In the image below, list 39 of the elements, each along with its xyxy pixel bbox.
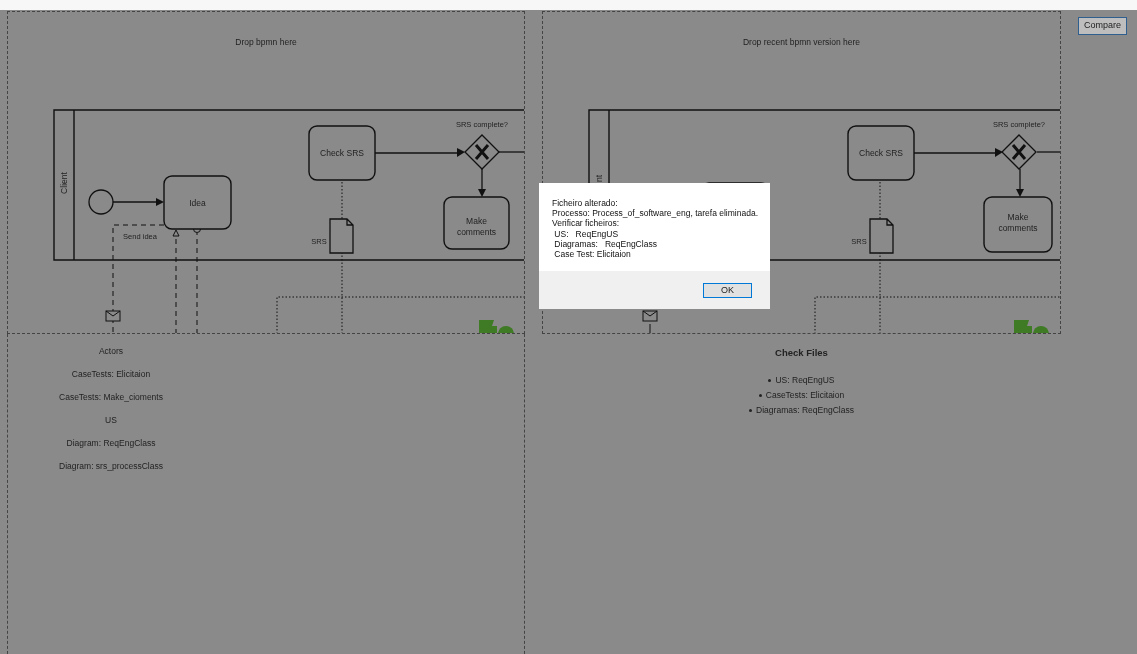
ok-button[interactable]: OK (703, 282, 752, 298)
message-line: Processo: Process_of_software_eng, tarefa eliminada. (552, 208, 757, 219)
section-title: Check Files (775, 346, 828, 360)
message-line: Diagramas: ReqEngClass (553, 238, 658, 249)
message-line: Verificar ficheiros: (552, 218, 621, 229)
compare-button[interactable]: Compare (1078, 17, 1127, 35)
task-node: Make comments (443, 196, 510, 250)
task-node: Check SRS (847, 125, 915, 181)
document-icon (329, 218, 354, 254)
element-item: CaseTests: Make_cioments (58, 391, 164, 404)
lane-label: Client (59, 172, 69, 194)
list-item: CaseTests: Elicitaion (758, 388, 845, 404)
envelope-icon (642, 310, 658, 322)
gateway-icon (1001, 134, 1037, 170)
gateway-icon (464, 134, 500, 170)
element-item: US (104, 414, 118, 427)
element-item: Diagram: srs_processClass (58, 460, 164, 473)
logo-icon (479, 320, 514, 333)
logo-icon (1014, 320, 1049, 333)
message-line: Case Test: Elicitaion (553, 249, 632, 260)
message-line: US: ReqEngUS (553, 228, 620, 239)
start-event-icon (88, 189, 114, 215)
sequence-flow (478, 168, 486, 197)
drop-hint: Drop recent bpmn version here (741, 36, 862, 49)
list-item: US: ReqEngUS (768, 373, 835, 389)
list-item: Diagramas: ReqEngClass (749, 403, 854, 419)
document-icon (869, 218, 894, 254)
task-node: Make comments (983, 196, 1053, 253)
element-item: Diagram: ReqEngClass (65, 437, 157, 450)
envelope-icon (105, 310, 121, 322)
drop-hint: Drop bpmn here (234, 36, 298, 49)
element-item: Actors (97, 345, 125, 358)
element-item: CaseTests: Elicitaion (70, 368, 152, 381)
task-node: Check SRS (308, 125, 376, 181)
lane-label: nt (594, 175, 604, 183)
message-line: Ficheiro alterado: (552, 198, 619, 209)
sequence-flow (112, 198, 164, 206)
sequence-flow (1016, 168, 1024, 197)
task-node: Idea (163, 175, 232, 230)
